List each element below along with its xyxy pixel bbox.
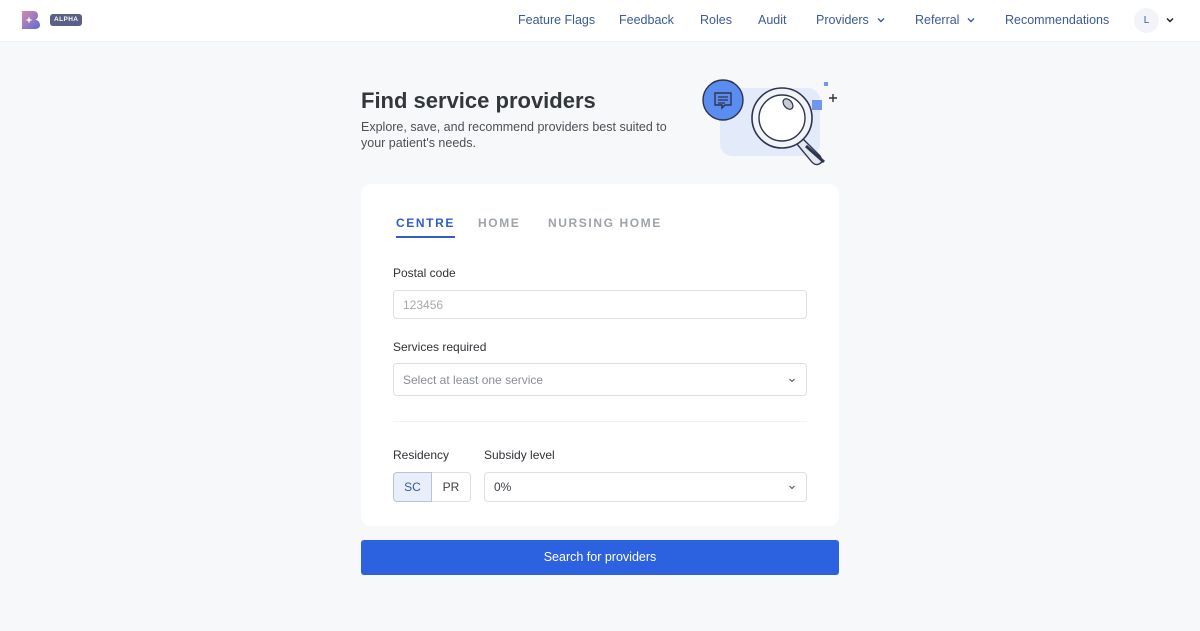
tab-centre[interactable]: CENTRE bbox=[396, 216, 455, 238]
subsidy-level-select[interactable]: 0% bbox=[484, 472, 807, 502]
tab-home[interactable]: HOME bbox=[478, 216, 520, 230]
nav-feedback[interactable]: Feedback bbox=[619, 13, 674, 28]
nav-label: Recommendations bbox=[1005, 13, 1110, 27]
user-menu-chevron-icon[interactable] bbox=[1165, 15, 1175, 25]
chevron-down-icon bbox=[877, 18, 885, 23]
nav-recommendations[interactable]: Recommendations bbox=[1005, 13, 1109, 28]
magnifying-glass-illustration-icon bbox=[702, 79, 837, 166]
alpha-badge: ALPHA bbox=[50, 14, 83, 26]
page-title: Find service providers bbox=[361, 88, 596, 113]
nav-label: Roles bbox=[700, 13, 732, 27]
subsidy-level-label: Subsidy level bbox=[484, 448, 555, 462]
services-select[interactable]: Select at least one service bbox=[393, 363, 807, 396]
services-placeholder: Select at least one service bbox=[403, 372, 544, 387]
chevron-down-icon bbox=[789, 485, 795, 490]
nav-providers[interactable]: Providers bbox=[816, 13, 886, 28]
page-subtitle: Explore, save, and recommend providers b… bbox=[361, 120, 667, 150]
subsidy-value: 0% bbox=[494, 480, 512, 494]
nav-label: Feature Flags bbox=[518, 13, 596, 27]
nav-roles[interactable]: Roles bbox=[700, 13, 732, 28]
nav-label: Audit bbox=[758, 13, 787, 27]
top-navigation-bar: ALPHA Feature Flags Feedback Roles Audit… bbox=[0, 0, 1200, 42]
residency-label: Residency bbox=[393, 448, 450, 462]
search-form-card: CENTRE HOME NURSING HOME Postal code Ser… bbox=[361, 184, 839, 526]
postal-code-label: Postal code bbox=[393, 266, 456, 280]
nav-label: Referral bbox=[915, 13, 960, 27]
nav-audit[interactable]: Audit bbox=[758, 13, 787, 28]
nav-label: Providers bbox=[816, 13, 869, 27]
tab-nursing-home[interactable]: NURSING HOME bbox=[548, 216, 662, 230]
services-required-label: Services required bbox=[393, 340, 487, 354]
residency-sc-button[interactable]: SC bbox=[393, 472, 432, 502]
nav-label: Feedback bbox=[619, 13, 674, 27]
nav-feature-flags[interactable]: Feature Flags bbox=[518, 13, 595, 28]
postal-code-input[interactable] bbox=[393, 290, 807, 319]
residency-toggle: SC PR bbox=[393, 472, 471, 502]
search-providers-button[interactable]: Search for providers bbox=[361, 540, 839, 575]
app-logo-icon[interactable] bbox=[21, 10, 41, 30]
residency-pr-button[interactable]: PR bbox=[432, 472, 471, 502]
user-avatar[interactable]: L bbox=[1134, 8, 1159, 33]
nav-referral[interactable]: Referral bbox=[915, 13, 976, 28]
chevron-down-icon bbox=[967, 18, 975, 23]
section-divider bbox=[393, 421, 807, 422]
chevron-down-icon bbox=[789, 378, 795, 382]
